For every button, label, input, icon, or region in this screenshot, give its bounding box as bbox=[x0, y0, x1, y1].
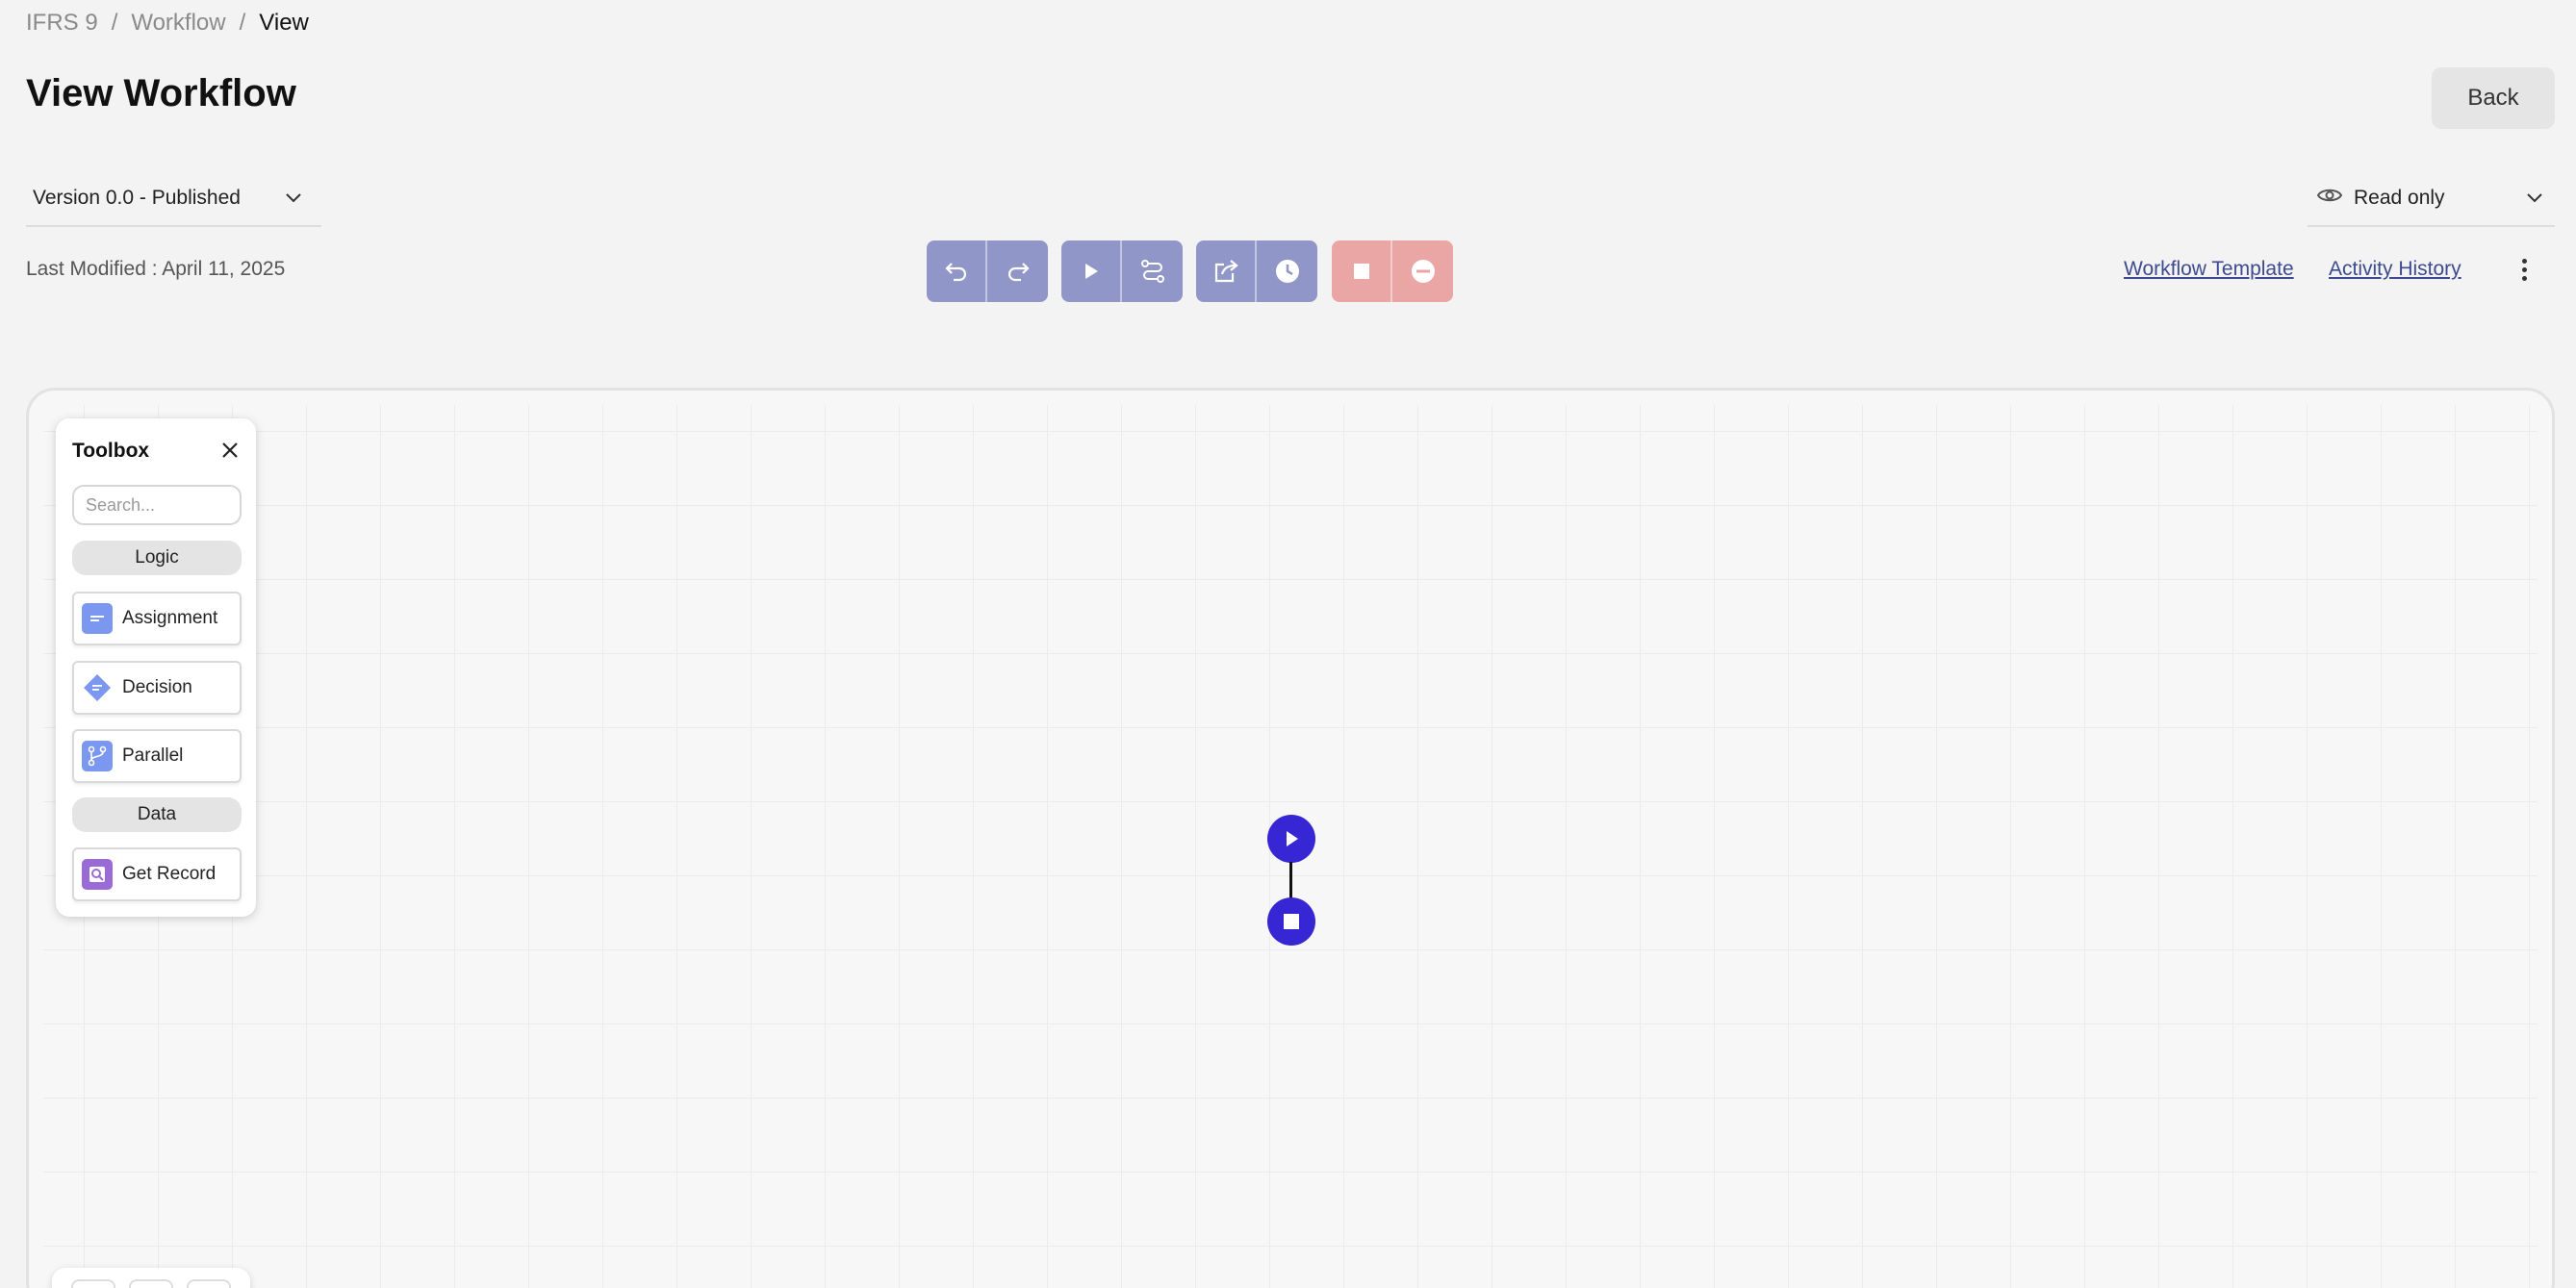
toolbox-item-assignment[interactable]: Assignment bbox=[72, 592, 242, 645]
get-record-icon bbox=[82, 859, 113, 890]
toolbox-item-label: Get Record bbox=[122, 864, 217, 884]
breadcrumb-current: View bbox=[259, 10, 309, 36]
breadcrumb-workflow[interactable]: Workflow bbox=[131, 10, 225, 37]
workflow-view-page: IFRS 9 / Workflow / View View Workflow B… bbox=[0, 0, 2576, 1288]
decision-icon bbox=[82, 672, 113, 703]
run-button[interactable] bbox=[1061, 240, 1122, 302]
toolbox-search-input[interactable] bbox=[72, 485, 242, 525]
breadcrumb-separator: / bbox=[239, 10, 246, 36]
route-button[interactable] bbox=[1122, 240, 1183, 302]
eye-icon bbox=[2316, 187, 2343, 210]
zoom-controls bbox=[52, 1268, 250, 1288]
stop-icon bbox=[1353, 264, 1369, 279]
start-node[interactable] bbox=[1267, 815, 1315, 863]
toolbox-title: Toolbox bbox=[72, 440, 150, 462]
redo-button[interactable] bbox=[987, 240, 1048, 302]
zoom-in-button[interactable] bbox=[71, 1279, 115, 1288]
history-button-group bbox=[927, 240, 1048, 302]
toolbox-section-logic: Logic bbox=[72, 541, 242, 575]
back-button[interactable]: Back bbox=[2432, 67, 2555, 129]
mode-select-value: Read only bbox=[2354, 187, 2445, 209]
toolbox-item-parallel[interactable]: Parallel bbox=[72, 729, 242, 783]
stop-button-group bbox=[1332, 240, 1453, 302]
toolbox-item-label: Parallel bbox=[122, 745, 184, 766]
stop-icon bbox=[1284, 914, 1299, 929]
share-icon bbox=[1214, 260, 1238, 283]
play-icon bbox=[1287, 831, 1298, 846]
assignment-icon bbox=[82, 603, 113, 634]
toolbox-section-data: Data bbox=[72, 797, 242, 832]
export-button[interactable] bbox=[1196, 240, 1257, 302]
redo-icon bbox=[1007, 263, 1030, 282]
breadcrumb-separator: / bbox=[111, 10, 118, 36]
page-title: View Workflow bbox=[26, 72, 296, 114]
version-select-value: Version 0.0 - Published bbox=[33, 187, 241, 209]
remove-icon bbox=[1411, 260, 1435, 283]
parallel-icon bbox=[82, 741, 113, 771]
stop-button[interactable] bbox=[1332, 240, 1392, 302]
toolbox-panel: Toolbox Logic Assignment Decision Parall… bbox=[56, 418, 256, 917]
more-vertical-icon bbox=[2521, 258, 2527, 264]
toolbox-item-get-record[interactable]: Get Record bbox=[72, 847, 242, 901]
chevron-down-icon bbox=[2526, 187, 2543, 210]
activity-history-link[interactable]: Activity History bbox=[2329, 258, 2461, 281]
chevron-down-icon bbox=[285, 187, 302, 210]
toolbox-item-decision[interactable]: Decision bbox=[72, 661, 242, 715]
fit-view-button[interactable] bbox=[187, 1279, 231, 1288]
close-icon[interactable] bbox=[219, 440, 241, 461]
workflow-template-link[interactable]: Workflow Template bbox=[2124, 258, 2294, 281]
flow-connector bbox=[1289, 862, 1292, 902]
toolbox-item-label: Decision bbox=[122, 677, 192, 697]
route-icon bbox=[1140, 260, 1164, 283]
remove-button[interactable] bbox=[1392, 240, 1453, 302]
undo-icon bbox=[944, 263, 966, 282]
run-button-group bbox=[1061, 240, 1183, 302]
zoom-out-button[interactable] bbox=[129, 1279, 173, 1288]
undo-button[interactable] bbox=[927, 240, 987, 302]
breadcrumb: IFRS 9 / Workflow / View bbox=[26, 10, 309, 37]
mode-select[interactable]: Read only bbox=[2308, 171, 2555, 227]
breadcrumb-ifrs9[interactable]: IFRS 9 bbox=[26, 10, 98, 37]
end-node[interactable] bbox=[1267, 897, 1315, 946]
history-button[interactable] bbox=[1257, 240, 1317, 302]
clock-icon bbox=[1275, 260, 1299, 283]
version-select[interactable]: Version 0.0 - Published bbox=[26, 171, 321, 227]
play-icon bbox=[1084, 264, 1098, 279]
toolbox-item-label: Assignment bbox=[122, 608, 218, 628]
more-options-button[interactable] bbox=[2510, 252, 2538, 287]
share-button-group bbox=[1196, 240, 1317, 302]
last-modified: Last Modified : April 11, 2025 bbox=[26, 258, 286, 280]
